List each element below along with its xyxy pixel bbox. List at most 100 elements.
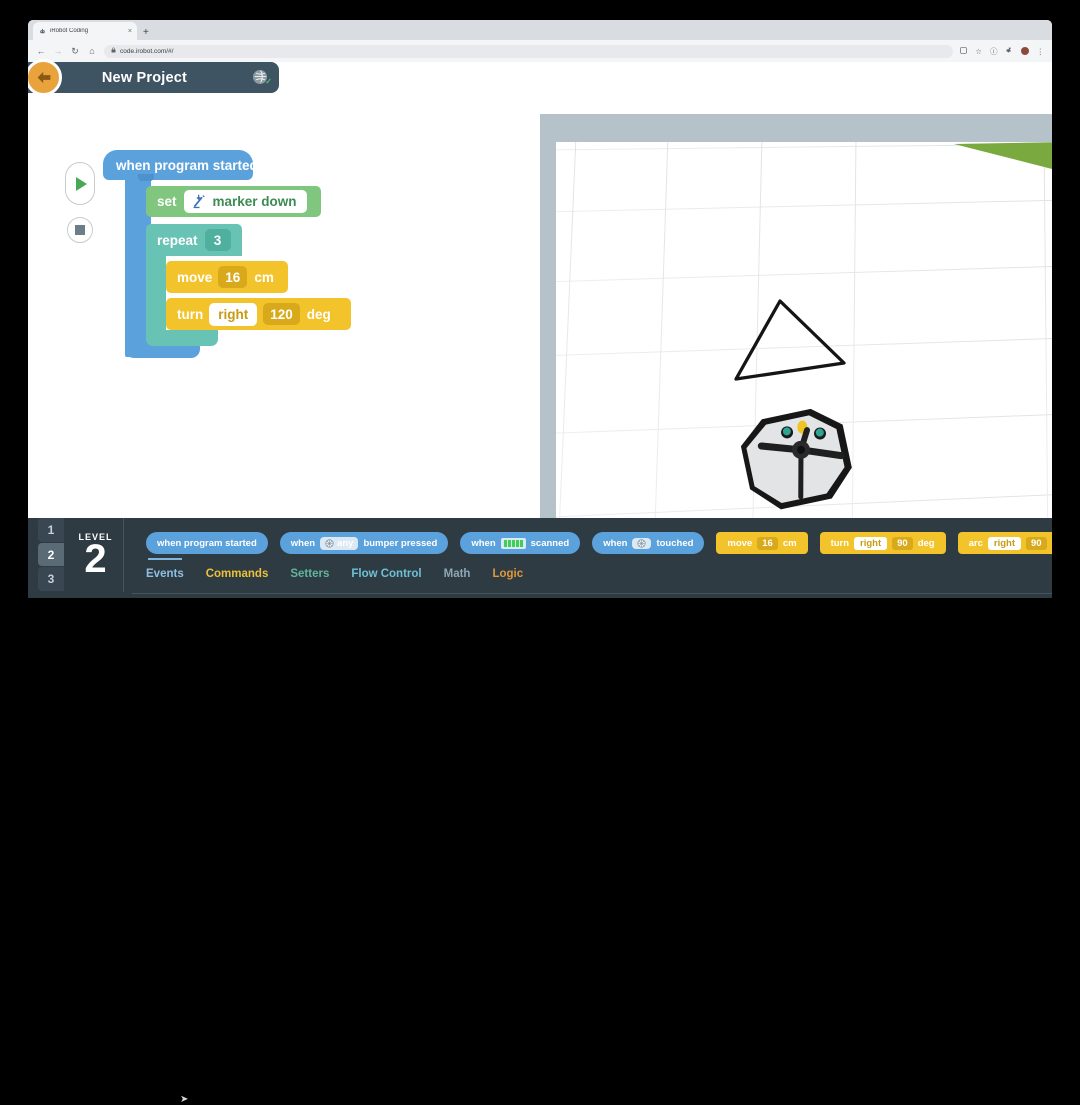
app-viewport: New Project ✓: [28, 62, 1052, 518]
extension-icon[interactable]: [1006, 47, 1013, 56]
block-palette: 123 LEVEL 2 when program started when anyb…: [28, 518, 1052, 598]
close-icon[interactable]: ×: [128, 28, 132, 35]
tab-flow-control[interactable]: Flow Control: [351, 568, 421, 582]
palette-block-list[interactable]: when program started when any bumper presse…: [132, 523, 1052, 563]
palette-block-label: turn: [831, 538, 849, 549]
home-icon[interactable]: ⌂: [87, 46, 97, 56]
simulator-panel: ✕: [540, 114, 1052, 518]
battery-icon: [501, 538, 526, 549]
block-label: repeat: [157, 233, 198, 248]
tab-logic[interactable]: Logic: [492, 568, 523, 582]
back-button[interactable]: [28, 59, 62, 96]
chip-value: any: [337, 538, 353, 549]
palette-block-label: when: [603, 538, 627, 549]
palette-block[interactable]: arcright90deg8cm: [958, 532, 1052, 554]
palette-block-label: arc: [969, 538, 983, 549]
profile-avatar[interactable]: [1021, 47, 1029, 55]
palette-block[interactable]: move16cm: [716, 532, 807, 554]
move-unit-label: cm: [254, 270, 274, 285]
level-option-2[interactable]: 2: [38, 543, 64, 567]
turn-direction-field[interactable]: right: [209, 303, 257, 326]
stop-button[interactable]: [67, 217, 93, 243]
block-label: when program started: [116, 158, 258, 173]
checkmark-icon: ✓: [265, 77, 272, 86]
tab-math[interactable]: Math: [444, 568, 471, 582]
palette-block-field[interactable]: 90: [892, 537, 913, 550]
level-option-3[interactable]: 3: [38, 567, 64, 591]
palette-block-label: bumper pressed: [363, 538, 437, 549]
touch-sensor-icon[interactable]: [632, 538, 651, 549]
stop-icon: [75, 225, 85, 235]
url-text: code.irobot.com/#/: [120, 48, 173, 55]
repeat-block-side: [146, 254, 166, 336]
block-when-program-started[interactable]: when program started: [103, 150, 253, 180]
current-level-badge: LEVEL 2: [68, 518, 124, 592]
play-button[interactable]: [65, 162, 95, 205]
browser-tab[interactable]: iRobot Coding ×: [33, 22, 137, 40]
block-turn[interactable]: turn right 120 deg: [166, 298, 351, 330]
tab-commands[interactable]: Commands: [206, 568, 269, 582]
palette-block-label: cm: [783, 538, 797, 549]
level-option-1[interactable]: 1: [38, 518, 64, 542]
block-set-marker[interactable]: set marker down: [146, 186, 321, 217]
marker-down-icon: [191, 193, 208, 210]
turn-angle-field[interactable]: 120: [263, 303, 300, 325]
lock-icon: [111, 47, 116, 55]
palette-block-label: when: [471, 538, 495, 549]
marker-state-value: marker down: [213, 194, 297, 209]
screen-root: iRobot Coding × + ← → ↻ ⌂ code.irobot.co…: [0, 0, 1080, 633]
level-selector[interactable]: 123: [38, 518, 64, 592]
info-icon[interactable]: ⓘ: [990, 46, 998, 57]
block-label: set: [157, 194, 177, 209]
new-tab-button[interactable]: +: [143, 27, 149, 40]
browser-toolbar-right: ☆ ⓘ ⋮: [960, 46, 1044, 57]
palette-block-field[interactable]: right: [854, 537, 887, 550]
browser-window: iRobot Coding × + ← → ↻ ⌂ code.irobot.co…: [28, 20, 1052, 518]
kebab-menu-icon[interactable]: ⋮: [1037, 47, 1045, 56]
palette-block[interactable]: whenscanned: [460, 532, 580, 554]
palette-block-field[interactable]: 90: [1026, 537, 1047, 550]
bumper-icon: [325, 539, 334, 548]
tab-title: iRobot Coding: [50, 28, 124, 34]
block-notch: [138, 174, 154, 181]
marker-drawing-triangle: [724, 287, 864, 387]
address-bar[interactable]: code.irobot.com/#/: [104, 45, 953, 58]
palette-category-tabs[interactable]: Events Commands Setters Flow Control Math Log…: [146, 568, 523, 582]
green-zone-marker: [944, 142, 1052, 176]
block-label: move: [177, 270, 212, 285]
robot-connect-status[interactable]: ✓: [253, 70, 269, 86]
reload-icon[interactable]: ↻: [70, 46, 80, 57]
back-arrow-icon[interactable]: ←: [36, 46, 46, 56]
robot-sprite[interactable]: [741, 397, 871, 518]
star-icon[interactable]: ☆: [975, 47, 982, 56]
share-icon[interactable]: [960, 47, 967, 56]
touch-sensor-icon: [637, 539, 646, 548]
tab-setters[interactable]: Setters: [290, 568, 329, 582]
block-move[interactable]: move 16 cm: [166, 261, 288, 293]
move-distance-field[interactable]: 16: [218, 266, 247, 288]
robot-icon: [38, 27, 46, 35]
forward-arrow-icon[interactable]: →: [53, 46, 63, 56]
palette-block-field[interactable]: right: [988, 537, 1021, 550]
palette-block-label: touched: [656, 538, 693, 549]
palette-block[interactable]: turn right 90 deg: [820, 532, 946, 554]
palette-block-label: when: [291, 538, 315, 549]
palette-block-label: deg: [918, 538, 935, 549]
palette-block[interactable]: when touched: [592, 532, 704, 554]
repeat-count-field[interactable]: 3: [205, 229, 231, 251]
browser-toolbar: ← → ↻ ⌂ code.irobot.com/#/ ☆ ⓘ ⋮: [28, 40, 1052, 62]
palette-block[interactable]: when program started: [146, 532, 268, 554]
block-repeat[interactable]: repeat 3: [146, 224, 242, 256]
level-number-label: 2: [84, 540, 106, 578]
marker-state-field[interactable]: marker down: [184, 190, 307, 213]
browser-tabstrip: iRobot Coding × +: [28, 20, 1052, 40]
tab-events[interactable]: Events: [146, 568, 184, 582]
palette-block-field[interactable]: 16: [757, 537, 778, 550]
block-label: turn: [177, 307, 203, 322]
palette-block[interactable]: when any bumper pressed: [280, 532, 449, 554]
play-icon: [76, 177, 87, 191]
mouse-cursor: ➤: [180, 1094, 188, 1105]
bumper-icon[interactable]: any: [320, 537, 358, 550]
palette-block-label: when program started: [157, 538, 257, 549]
simulator-canvas[interactable]: [556, 142, 1052, 518]
